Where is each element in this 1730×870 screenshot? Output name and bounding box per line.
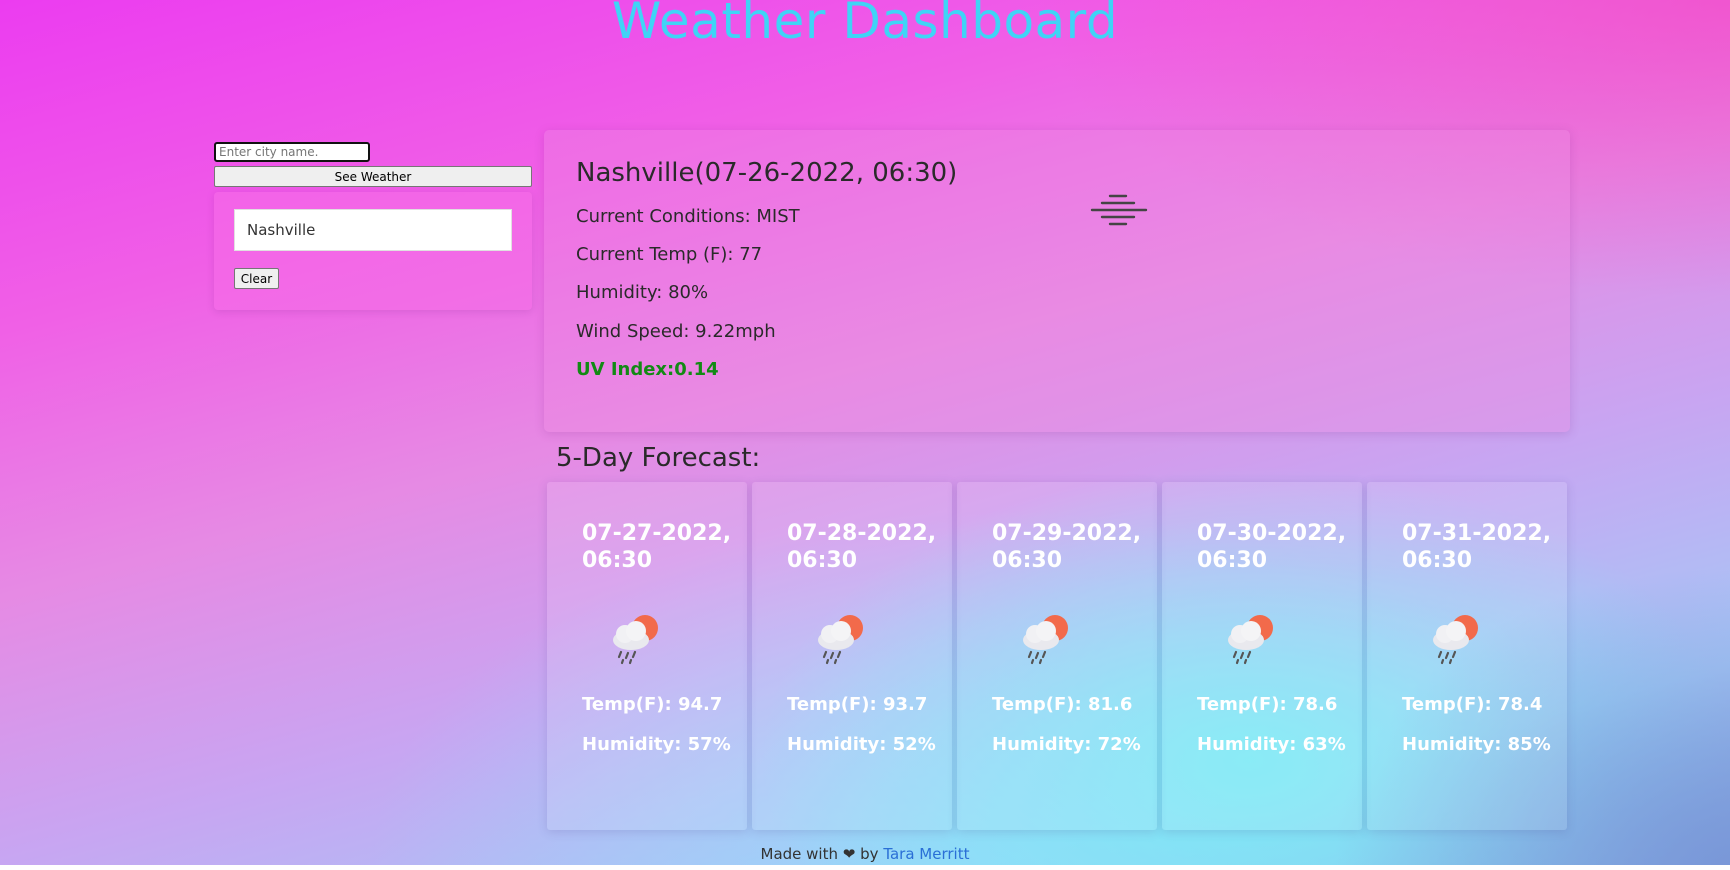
- history-item-nashville[interactable]: Nashville: [234, 209, 512, 251]
- current-humidity: Humidity: 80%: [576, 282, 709, 303]
- forecast-humidity: Humidity: 85%: [1402, 734, 1551, 755]
- rain-cloud-sun-icon: [613, 615, 658, 665]
- current-weather-card: Nashville(07-26-2022, 06:30) Current Con…: [544, 130, 1570, 432]
- forecast-temp: Temp(F): 93.7: [787, 694, 928, 715]
- rain-cloud-sun-icon: [1433, 615, 1478, 665]
- footer-prefix: Made with: [760, 845, 838, 863]
- current-wind-speed: Wind Speed: 9.22mph: [576, 321, 776, 342]
- forecast-temp: Temp(F): 81.6: [992, 694, 1133, 715]
- footer-by: by: [860, 845, 879, 863]
- forecast-temp: Temp(F): 78.6: [1197, 694, 1338, 715]
- mist-icon: [1090, 194, 1148, 226]
- rain-cloud-sun-icon: [1228, 615, 1273, 665]
- forecast-date: 07-30-2022, 06:30: [1197, 521, 1347, 573]
- forecast-humidity: Humidity: 63%: [1197, 734, 1346, 755]
- forecast-title: 5-Day Forecast:: [556, 443, 761, 473]
- forecast-day-card: 07-30-2022, 06:30 Temp(F): 78.6 Humidity…: [1162, 482, 1362, 830]
- current-uv-index: UV Index:0.14: [576, 359, 719, 380]
- heart-icon: ❤: [842, 845, 856, 863]
- current-city-title: Nashville(07-26-2022, 06:30): [576, 158, 958, 188]
- clear-history-button[interactable]: Clear: [234, 268, 279, 289]
- footer: Made with ❤ by Tara Merritt: [0, 845, 1730, 863]
- rain-cloud-sun-icon: [1023, 615, 1068, 665]
- forecast-day-card: 07-27-2022, 06:30 Temp(F): 94.7 Humidity…: [547, 482, 747, 830]
- forecast-day-card: 07-28-2022, 06:30 Temp(F): 93.7 Humidity…: [752, 482, 952, 830]
- forecast-day-card: 07-29-2022, 06:30 Temp(F): 81.6 Humidity…: [957, 482, 1157, 830]
- forecast-humidity: Humidity: 52%: [787, 734, 936, 755]
- forecast-date: 07-29-2022, 06:30: [992, 521, 1142, 573]
- forecast-temp: Temp(F): 78.4: [1402, 694, 1543, 715]
- forecast-date: 07-27-2022, 06:30: [582, 521, 732, 573]
- forecast-date: 07-31-2022, 06:30: [1402, 521, 1552, 573]
- forecast-date: 07-28-2022, 06:30: [787, 521, 937, 573]
- forecast-humidity: Humidity: 72%: [992, 734, 1141, 755]
- city-search-input[interactable]: [214, 142, 370, 162]
- forecast-day-card: 07-31-2022, 06:30 Temp(F): 78.4 Humidity…: [1367, 482, 1567, 830]
- see-weather-button[interactable]: See Weather: [214, 166, 532, 187]
- search-history-panel: Nashville Clear: [214, 192, 532, 310]
- rain-cloud-sun-icon: [818, 615, 863, 665]
- forecast-temp: Temp(F): 94.7: [582, 694, 723, 715]
- current-temp: Current Temp (F): 77: [576, 244, 763, 265]
- author-link[interactable]: Tara Merritt: [883, 845, 969, 863]
- current-conditions: Current Conditions: MIST: [576, 206, 800, 227]
- forecast-humidity: Humidity: 57%: [582, 734, 731, 755]
- page-title: Weather Dashboard: [611, 0, 1119, 50]
